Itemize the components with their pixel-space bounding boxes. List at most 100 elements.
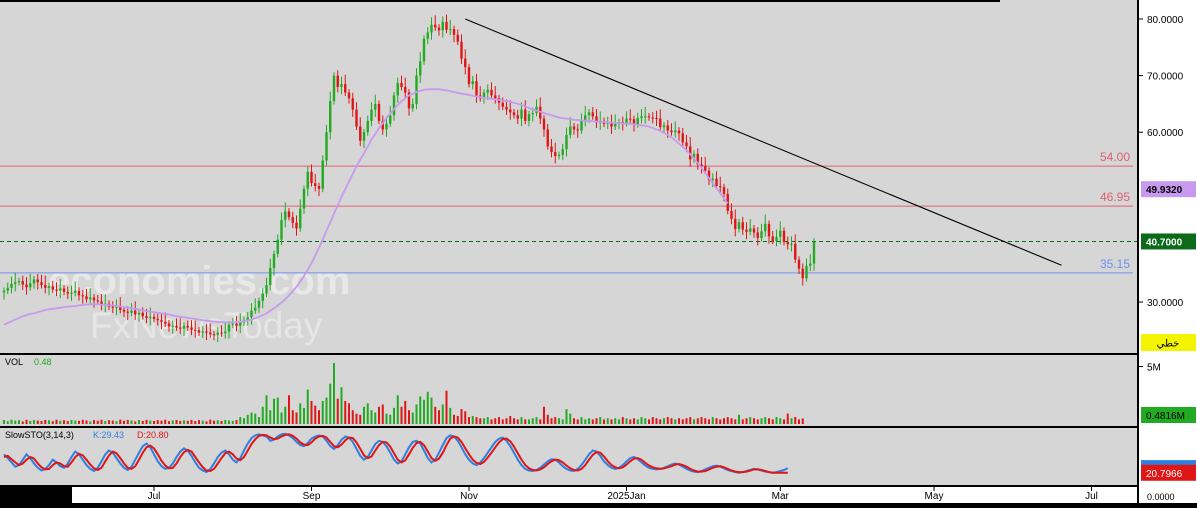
volume-bar — [400, 406, 403, 424]
stochastic-pane[interactable] — [0, 428, 1137, 485]
candle-body — [441, 21, 444, 31]
chart-canvas[interactable]: economies.com FxNewsToday 54.0046.9535.1… — [0, 0, 1197, 503]
volume-bar — [468, 417, 470, 424]
volume-bar — [741, 419, 744, 424]
time-tick-label: 2025Jan — [607, 491, 645, 502]
time-tick-label: Nov — [460, 491, 478, 502]
candle-body — [287, 211, 291, 218]
price-tick-label: 80.0000 — [1147, 15, 1184, 26]
volume-bar — [460, 409, 463, 424]
candle-body — [426, 32, 429, 39]
candle-body — [374, 103, 377, 110]
candle-body — [70, 292, 73, 294]
volume-bar — [70, 419, 73, 424]
candle-body — [201, 331, 204, 333]
candle-body — [227, 324, 231, 332]
volume-bar — [636, 419, 639, 424]
volume-bar — [606, 418, 609, 424]
stoch-value-label: 20.7966 — [1146, 469, 1183, 480]
candle-body — [812, 241, 816, 264]
candle-body — [265, 285, 268, 294]
candle-body — [527, 114, 531, 121]
volume-bar — [149, 420, 152, 424]
time-tick-label: Sep — [303, 491, 321, 502]
candle-body — [40, 282, 43, 286]
candle-body — [269, 268, 272, 286]
candle-body — [17, 281, 21, 283]
volume-bar — [96, 420, 99, 424]
candle-body — [47, 286, 51, 288]
candle-body — [197, 330, 201, 333]
watermark-line1: economies.com — [48, 259, 350, 303]
candle-body — [512, 112, 516, 116]
candle-body — [359, 126, 362, 141]
volume-bar — [404, 401, 407, 424]
volume-bar — [6, 421, 9, 424]
volume-bar — [591, 419, 594, 424]
candle-body — [805, 265, 808, 279]
candle-body — [250, 310, 253, 318]
volume-bar — [370, 410, 373, 424]
candle-body — [569, 126, 572, 136]
volume-bar — [464, 411, 467, 424]
volume-bar — [29, 420, 32, 424]
candle-body — [640, 116, 643, 119]
volume-bar — [768, 418, 770, 424]
volume-bar — [198, 420, 200, 424]
candle-body — [145, 316, 148, 318]
candle-body — [752, 228, 756, 233]
candle-body — [89, 297, 92, 300]
volume-bar — [171, 420, 174, 424]
volume-bar — [243, 418, 245, 424]
volume-pane[interactable] — [0, 355, 1137, 426]
candle-body — [160, 320, 163, 322]
volume-bar — [183, 420, 185, 424]
volume-bar — [55, 419, 58, 424]
volume-bar — [764, 417, 767, 424]
time-axis-strip[interactable] — [0, 487, 1137, 503]
candle-body — [452, 29, 456, 35]
volume-bar — [543, 406, 545, 424]
volume-bar — [228, 420, 230, 424]
volume-bar — [411, 412, 414, 424]
candle-body — [764, 223, 767, 232]
candle-body — [186, 325, 189, 328]
candle-body — [10, 283, 13, 288]
volume-bar — [33, 420, 35, 424]
candle-body — [542, 118, 546, 130]
volume-bar — [205, 421, 208, 424]
candle-body — [85, 296, 88, 300]
volume-bar — [801, 418, 804, 424]
candle-body — [209, 332, 212, 335]
candle-body — [767, 223, 771, 237]
candle-body — [74, 290, 77, 293]
candle-body — [437, 27, 441, 31]
volume-bar — [475, 417, 478, 424]
volume-bar — [175, 419, 178, 424]
trading-chart[interactable]: economies.com FxNewsToday 54.00 46.95 35.1… — [0, 0, 1197, 503]
volume-bar — [108, 420, 110, 424]
volume-bar — [715, 418, 718, 424]
candle-body — [801, 268, 804, 279]
volume-bar — [745, 418, 748, 424]
volume-bar — [685, 418, 688, 424]
candle-body — [396, 82, 399, 96]
volume-bar — [59, 420, 62, 424]
volume-bar — [441, 404, 444, 424]
volume-bar — [145, 419, 148, 424]
candle-body — [587, 112, 591, 116]
volume-bar — [438, 410, 440, 424]
volume-bar — [479, 418, 482, 424]
volume-bar — [366, 403, 369, 424]
candle-body — [130, 310, 133, 313]
candle-body — [670, 130, 673, 133]
volume-bar — [10, 419, 13, 424]
volume-bar — [663, 418, 665, 424]
volume-bar — [179, 420, 182, 424]
volume-bar — [535, 417, 538, 424]
volume-bar — [164, 419, 167, 424]
volume-bar — [546, 414, 549, 424]
volume-bar — [486, 417, 489, 424]
volume-bar — [303, 407, 305, 424]
candle-body — [464, 58, 467, 68]
